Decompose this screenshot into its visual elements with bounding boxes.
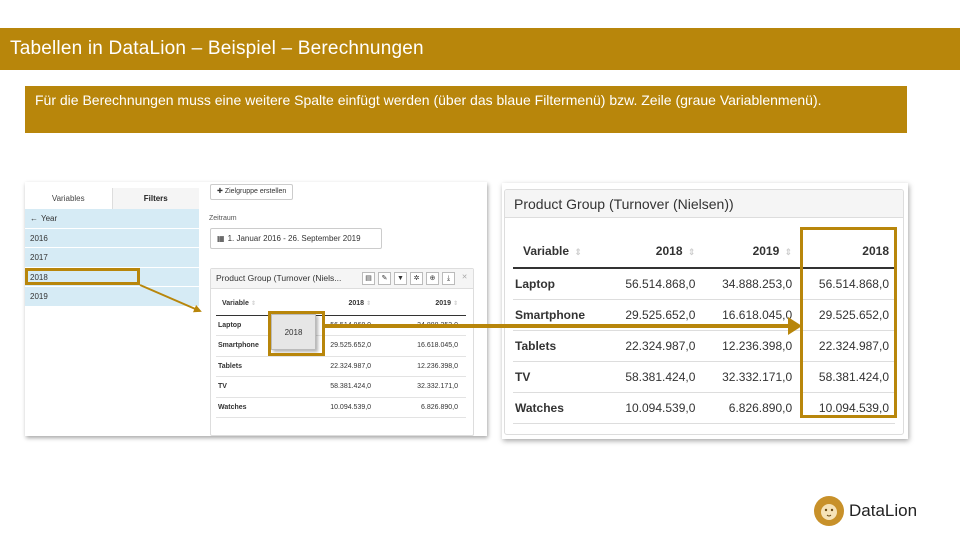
row-label: Smartphone [513,299,605,331]
calendar-icon: ▦ [217,234,225,243]
filter-icon[interactable]: ▼ [394,272,407,285]
sort-icon: ⇕ [784,246,793,257]
table-row: TV 58.381.424,0 32.332.171,0 [216,376,466,398]
column-header-label: 2018 [655,243,683,258]
cell-value: 16.618.045,0 [701,299,799,331]
sort-icon: ⇕ [250,301,256,308]
cell-value: 16.618.045,0 [379,335,466,357]
cell-value: 12.236.398,0 [701,330,799,362]
instruction-box: Für die Berechnungen muss eine weitere S… [25,86,907,133]
main-panel: ✚ Zielgruppe erstellen Zeitraum ▦ 1. Janu… [208,182,487,436]
column-header-2019[interactable]: 2019 ⇕ [379,293,466,316]
create-target-group-label: Zielgruppe erstellen [224,188,287,195]
highlight-filter-2018 [25,268,140,285]
column-header-label: Variable [222,300,249,308]
column-header-label: 2018 [348,300,365,308]
arrow-left-icon: ← [30,214,38,223]
cell-value: 56.514.868,0 [604,268,702,300]
cell-value: 32.332.171,0 [379,376,466,398]
table-row: Tablets 22.324.987,0 12.236.398,0 [216,356,466,377]
left-screenshot: Variables Filters ← Year 2016 2017 2018 2… [25,182,487,436]
table-row: Laptop 56.514.868,0 34.888.253,0 [216,315,466,336]
tab-variables[interactable]: Variables [25,188,112,209]
column-header-label: Variable [523,243,570,258]
column-header-2019[interactable]: 2019 ⇕ [701,234,799,269]
table-row: Watches 10.094.539,0 6.826.890,0 [216,397,466,418]
cell-value: 10.094.539,0 [604,392,702,424]
cell-value: 6.826.890,0 [379,397,466,418]
filter-year-header[interactable]: ← Year [25,209,199,229]
cell-value: 22.324.987,0 [292,356,380,377]
table-card-toolbar: ▤ ✎ ▼ ✲ ⊕ ⤓ ✕ [362,272,471,285]
result-card-title: Product Group (Turnover (Nielsen)) [514,196,734,212]
period-date-field[interactable]: ▦ 1. Januar 2016 - 26. September 2019 [210,228,382,249]
datalion-logo: DataLion [814,495,917,527]
side-panel: Variables Filters ← Year 2016 2017 2018 2… [25,188,199,436]
close-icon[interactable]: ✕ [458,272,471,285]
table-row: Smartphone 29.525.652,0 16.618.045,0 [216,335,466,357]
filter-list: ← Year 2016 2017 2018 2019 [25,209,199,307]
table-icon[interactable]: ▤ [362,272,375,285]
highlight-added-column [800,227,897,418]
row-label: Laptop [513,268,605,300]
table-card: Product Group (Turnover (Niels... ▤ ✎ ▼ … [210,268,474,436]
cell-value: 34.888.253,0 [701,268,799,300]
filter-year-header-label: Year [41,214,58,223]
period-value: 1. Januar 2016 - 26. September 2019 [227,234,361,243]
row-label: TV [513,361,605,393]
column-header-label: 2019 [752,243,780,258]
row-label: Tablets [513,330,605,362]
gear-icon[interactable]: ✲ [410,272,423,285]
highlight-drag-chip [268,311,325,356]
tab-filters[interactable]: Filters [111,188,199,209]
cell-value: 29.525.652,0 [604,299,702,331]
table-card-title: Product Group (Turnover (Niels... [216,273,342,283]
sort-icon: ⇕ [452,301,458,308]
cell-value: 22.324.987,0 [604,330,702,362]
column-header-2018[interactable]: 2018 ⇕ [604,234,702,269]
instruction-text: Für die Berechnungen muss eine weitere S… [35,92,822,108]
row-label: Tablets [216,356,293,377]
cell-value: 6.826.890,0 [701,392,799,424]
sort-icon: ⇕ [366,301,372,308]
filter-item-2019[interactable]: 2019 [25,287,199,307]
zoom-icon[interactable]: ⊕ [426,272,439,285]
small-data-table: Variable ⇕ 2018 ⇕ 2019 ⇕ Laptop 56.514.868,… [216,293,466,418]
column-header-label: 2019 [435,300,451,308]
filter-item-2017[interactable]: 2017 [25,248,199,268]
result-card-header: Product Group (Turnover (Nielsen)) [505,190,903,218]
row-label: Watches [216,397,293,418]
create-target-group-button[interactable]: ✚ Zielgruppe erstellen [210,184,294,200]
sort-icon: ⇕ [687,246,696,257]
table-card-header: Product Group (Turnover (Niels... ▤ ✎ ▼ … [211,269,473,289]
sort-icon: ⇕ [574,246,582,257]
cell-value: 58.381.424,0 [604,361,702,393]
row-label: Watches [513,392,605,424]
column-header-variable[interactable]: Variable ⇕ [513,234,605,269]
slide-title: Tabellen in DataLion – Beispiel – Berech… [10,38,424,59]
cell-value: 10.094.539,0 [292,397,380,418]
lion-logo-icon [814,496,844,526]
edit-icon[interactable]: ✎ [378,272,391,285]
table-header-row: Variable ⇕ 2018 ⇕ 2019 ⇕ [216,293,466,316]
filter-item-2016[interactable]: 2016 [25,228,199,248]
plus-icon: ✚ [217,188,225,195]
cell-value: 12.236.398,0 [379,356,466,377]
logo-text: DataLion [849,501,918,520]
cell-value: 32.332.171,0 [701,361,799,393]
row-label: TV [216,376,293,398]
slide-title-bar: Tabellen in DataLion – Beispiel – Berech… [0,28,960,70]
period-label: Zeitraum [209,215,237,222]
download-icon[interactable]: ⤓ [442,272,455,285]
side-tabs: Variables Filters [25,188,199,209]
cell-value: 34.888.253,0 [379,315,466,336]
cell-value: 58.381.424,0 [292,376,380,398]
